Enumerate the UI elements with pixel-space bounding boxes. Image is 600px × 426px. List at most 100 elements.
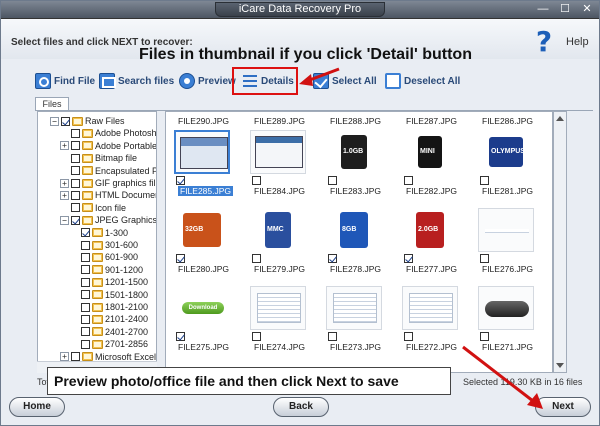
- select-all-button[interactable]: Select All: [313, 71, 377, 91]
- minimize-button[interactable]: —: [535, 2, 551, 16]
- thumbnail-checkbox[interactable]: [252, 176, 261, 185]
- tree-checkbox[interactable]: [81, 327, 90, 337]
- thumbnail-label[interactable]: FILE278.JPG: [330, 264, 381, 274]
- thumbnail-label[interactable]: FILE283.JPG: [330, 186, 381, 196]
- tree-item[interactable]: 1801-2100: [70, 301, 148, 313]
- thumbnail-checkbox[interactable]: [480, 332, 489, 341]
- thumbnail[interactable]: [326, 286, 382, 330]
- thumbnail[interactable]: 2.0GB: [402, 208, 458, 252]
- thumbnail-label[interactable]: FILE286.JPG: [482, 116, 533, 126]
- thumbnail-label[interactable]: FILE276.JPG: [482, 264, 533, 274]
- tree-item[interactable]: 2401-2700: [70, 326, 148, 338]
- tree-checkbox[interactable]: [71, 352, 80, 362]
- expand-toggle-icon[interactable]: +: [60, 178, 69, 188]
- maximize-button[interactable]: ☐: [557, 2, 573, 16]
- tree-item[interactable]: Encapsulated P: [60, 165, 156, 177]
- thumbnail-label[interactable]: FILE272.JPG: [406, 342, 457, 352]
- tree-item[interactable]: 2701-2856: [70, 338, 148, 350]
- tree-checkbox[interactable]: [71, 190, 80, 200]
- help-link[interactable]: Help: [566, 36, 589, 48]
- tree-item[interactable]: 601-900: [70, 251, 138, 263]
- tree-checkbox[interactable]: [81, 265, 90, 275]
- thumbnail-label[interactable]: FILE284.JPG: [254, 186, 305, 196]
- close-button[interactable]: ✕: [579, 2, 595, 16]
- thumbnail-label[interactable]: FILE285.JPG: [178, 186, 234, 196]
- expand-toggle-icon[interactable]: +: [60, 190, 69, 200]
- help-icon[interactable]: ?: [533, 28, 555, 56]
- next-button[interactable]: Next: [535, 397, 591, 417]
- thumbnail-label[interactable]: FILE271.JPG: [482, 342, 533, 352]
- thumbnail-label[interactable]: FILE280.JPG: [178, 264, 229, 274]
- thumbnail-checkbox[interactable]: [328, 176, 337, 185]
- thumbnail-label[interactable]: FILE277.JPG: [406, 264, 457, 274]
- thumbnail-checkbox[interactable]: [328, 254, 337, 263]
- thumbnail-checkbox[interactable]: [252, 332, 261, 341]
- tree-item[interactable]: Icon file: [60, 202, 126, 214]
- tree-item[interactable]: Bitmap file: [60, 152, 137, 164]
- tree-checkbox[interactable]: [81, 240, 90, 250]
- thumbnail-label[interactable]: FILE282.JPG: [406, 186, 457, 196]
- tree-checkbox[interactable]: [81, 339, 90, 349]
- thumbnail-label[interactable]: FILE275.JPG: [178, 342, 229, 352]
- thumbnail[interactable]: [174, 130, 230, 174]
- tree-item[interactable]: 301-600: [70, 239, 138, 251]
- tree-item[interactable]: + Adobe Portable: [60, 140, 156, 152]
- thumbnail[interactable]: 1.0GB: [326, 130, 382, 174]
- expand-toggle-icon[interactable]: +: [60, 352, 69, 362]
- tree-checkbox[interactable]: [71, 141, 80, 151]
- back-button[interactable]: Back: [273, 397, 329, 417]
- thumbnail-label[interactable]: FILE281.JPG: [482, 186, 533, 196]
- tree-item[interactable]: − JPEG Graphics I: [60, 214, 156, 226]
- search-files-button[interactable]: Search files: [99, 71, 174, 91]
- thumbnail-label[interactable]: FILE288.JPG: [330, 116, 381, 126]
- tree-item[interactable]: Adobe Photosh: [60, 127, 156, 139]
- thumbnail-label[interactable]: FILE273.JPG: [330, 342, 381, 352]
- tree-checkbox[interactable]: [81, 314, 90, 324]
- thumbnail-checkbox[interactable]: [252, 254, 261, 263]
- expand-toggle-icon[interactable]: −: [50, 116, 59, 126]
- thumbnail[interactable]: MMC: [250, 208, 306, 252]
- home-button[interactable]: Home: [9, 397, 65, 417]
- thumbnail-label[interactable]: FILE279.JPG: [254, 264, 305, 274]
- thumbnail[interactable]: MINI: [402, 130, 458, 174]
- tree-item[interactable]: 1501-1800: [70, 289, 148, 301]
- thumbnail-checkbox[interactable]: [404, 332, 413, 341]
- thumbnail-checkbox[interactable]: [404, 254, 413, 263]
- tree-checkbox[interactable]: [71, 178, 80, 188]
- tree-checkbox[interactable]: [81, 252, 90, 262]
- tree-checkbox[interactable]: [81, 302, 90, 312]
- tree-checkbox[interactable]: [71, 203, 80, 213]
- thumbnail[interactable]: [250, 286, 306, 330]
- tree-item[interactable]: + HTML Documen: [60, 189, 156, 201]
- find-file-button[interactable]: Find File: [35, 71, 95, 91]
- thumbnail-checkbox[interactable]: [404, 176, 413, 185]
- grid-vertical-scrollbar[interactable]: [553, 111, 567, 373]
- thumbnail-label[interactable]: FILE290.JPG: [178, 116, 229, 126]
- tree-checkbox[interactable]: [71, 215, 80, 225]
- thumbnail-checkbox[interactable]: [480, 176, 489, 185]
- scroll-up-icon[interactable]: [556, 116, 564, 121]
- tree-checkbox[interactable]: [81, 228, 90, 238]
- thumbnail-checkbox[interactable]: [176, 176, 185, 185]
- tree-item[interactable]: 2101-2400: [70, 313, 148, 325]
- expand-toggle-icon[interactable]: −: [60, 215, 69, 225]
- thumbnail[interactable]: Download: [174, 286, 230, 330]
- thumbnail[interactable]: [478, 286, 534, 330]
- thumbnail-label[interactable]: FILE289.JPG: [254, 116, 305, 126]
- scroll-down-icon[interactable]: [556, 363, 564, 368]
- tree-item[interactable]: 1201-1500: [70, 276, 148, 288]
- tree-checkbox[interactable]: [81, 290, 90, 300]
- thumbnail-checkbox[interactable]: [176, 254, 185, 263]
- tree-checkbox[interactable]: [61, 116, 70, 126]
- thumbnail[interactable]: 8GB: [326, 208, 382, 252]
- thumbnail-checkbox[interactable]: [328, 332, 337, 341]
- tab-files[interactable]: Files: [35, 97, 69, 111]
- tree-checkbox[interactable]: [71, 153, 80, 163]
- thumbnail[interactable]: OLYMPUS: [478, 130, 534, 174]
- tree-item[interactable]: 1-300: [70, 227, 128, 239]
- tree-item[interactable]: 901-1200: [70, 264, 143, 276]
- thumbnail[interactable]: 32GB: [174, 208, 230, 252]
- thumbnail-label[interactable]: FILE287.JPG: [406, 116, 457, 126]
- thumbnail[interactable]: [402, 286, 458, 330]
- thumbnail-checkbox[interactable]: [480, 254, 489, 263]
